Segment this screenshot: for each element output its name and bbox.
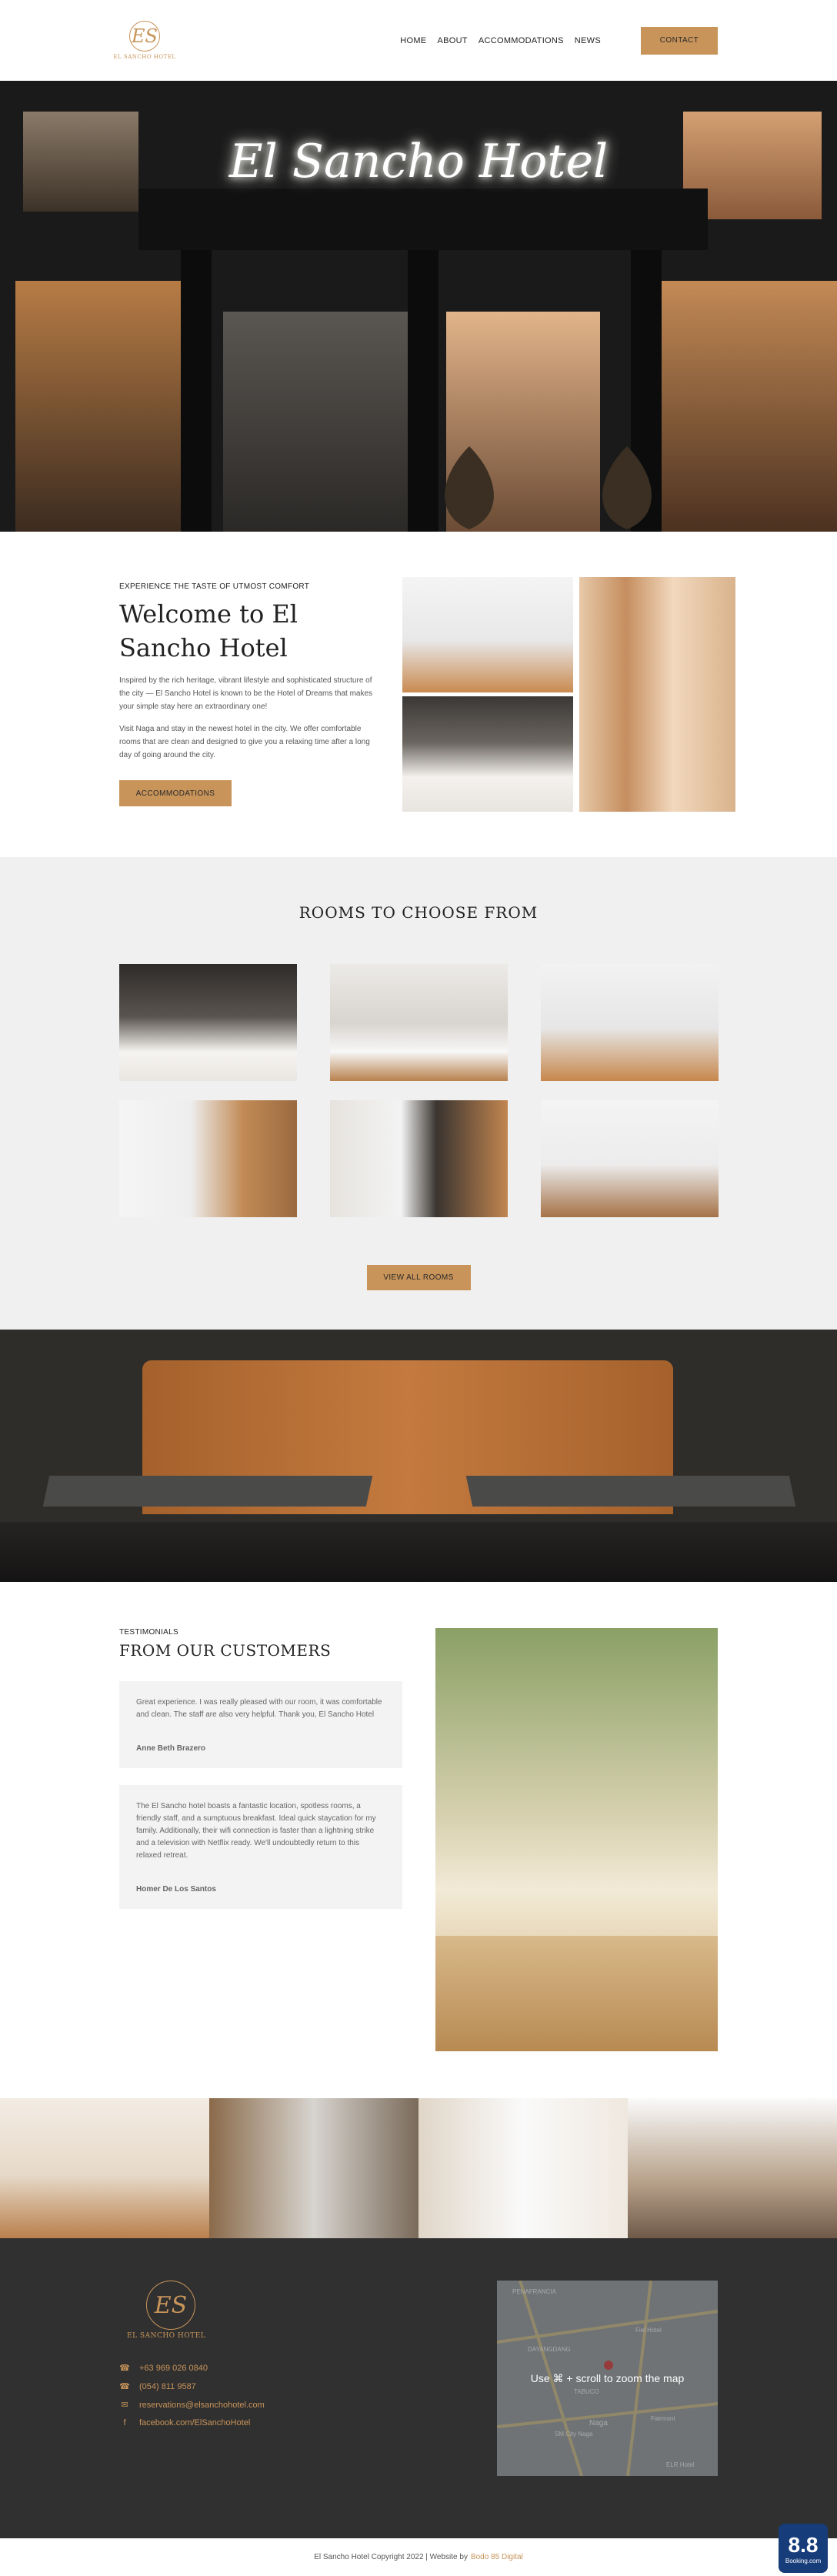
testimonial-text: The El Sancho hotel boasts a fantastic l… — [136, 1802, 376, 1860]
testimonial-text: Great experience. I was really pleased w… — [136, 1698, 382, 1719]
site-footer: ES EL SANCHO HOTEL ☎ +63 969 026 0840 ☎ (0… — [0, 2238, 837, 2538]
rooms-grid — [119, 964, 719, 1217]
phone-icon: ☎ — [119, 2364, 130, 2373]
nav-accommodations[interactable]: ACCOMMODATIONS — [479, 36, 564, 45]
room-photo[interactable] — [330, 1100, 508, 1217]
rooms-title: ROOMS TO CHOOSE FROM — [298, 903, 539, 922]
room-photo — [402, 577, 573, 692]
email-row[interactable]: ✉ reservations@elsanchohotel.com — [119, 2400, 264, 2411]
strip-photo — [209, 2098, 418, 2238]
plant-icon — [602, 446, 652, 529]
testimonial-author: Anne Beth Brazero — [136, 1744, 206, 1753]
dining-banner — [0, 1330, 837, 1582]
plant-icon — [445, 446, 494, 529]
welcome-eyebrow: EXPERIENCE THE TASTE OF UTMOST COMFORT — [119, 582, 310, 591]
room-photo[interactable] — [119, 964, 297, 1081]
hotel-neon-sign: El Sancho Hotel — [228, 135, 609, 189]
welcome-paragraph: Inspired by the rich heritage, vibrant l… — [119, 676, 373, 711]
footer-logo-name: EL SANCHO HOTEL — [127, 2332, 206, 2340]
phone-row[interactable]: ☎ +63 969 026 0840 — [119, 2363, 265, 2374]
testimonials-title: FROM OUR CUSTOMERS — [119, 1641, 332, 1660]
accommodations-button[interactable]: ACCOMMODATIONS — [119, 780, 232, 806]
copyright-text: El Sancho Hotel Copyright 2022 | Website… — [314, 2553, 468, 2561]
hero-image: El Sancho Hotel — [0, 81, 837, 532]
testimonial-card: Great experience. I was really pleased w… — [119, 1681, 402, 1768]
welcome-gallery — [402, 577, 735, 812]
testimonial-card: The El Sancho hotel boasts a fantastic l… — [119, 1785, 402, 1909]
room-photo — [402, 696, 573, 812]
room-photo[interactable] — [119, 1100, 297, 1217]
strip-photo — [628, 2098, 837, 2238]
welcome-title: Welcome to El Sancho Hotel — [119, 599, 298, 662]
logo-monogram: ES — [129, 21, 160, 52]
testimonials-section: TESTIMONIALS FROM OUR CUSTOMERS Great ex… — [0, 1582, 837, 2098]
photo-strip — [0, 2098, 837, 2238]
testimonials-eyebrow: TESTIMONIALS — [119, 1628, 178, 1637]
mail-icon: ✉ — [121, 2401, 128, 2410]
contact-button[interactable]: CONTACT — [641, 26, 718, 55]
site-header: ES EL SANCHO HOTEL HOME ABOUT ACCOMMODAT… — [0, 0, 837, 81]
welcome-section: EXPERIENCE THE TASTE OF UTMOST COMFORT W… — [0, 532, 837, 857]
map-zoom-hint: Use ⌘ + scroll to zoom the map — [497, 2281, 718, 2476]
rooms-section: ROOMS TO CHOOSE FROM VIEW ALL ROOMS — [0, 857, 837, 1330]
main-nav: HOME ABOUT ACCOMMODATIONS NEWS CONTACT — [400, 26, 718, 55]
booking-score: 8.8 — [788, 2532, 819, 2557]
map-embed[interactable]: PENAFRANCIA DAYANGDANG Naga SM City Naga… — [497, 2281, 718, 2476]
footer-logo[interactable]: ES EL SANCHO HOTEL — [127, 2281, 219, 2340]
room-photo[interactable] — [541, 964, 719, 1081]
phone-icon: ☎ — [119, 2382, 130, 2391]
facebook-icon: f — [123, 2418, 126, 2428]
welcome-paragraph: Visit Naga and stay in the newest hotel … — [119, 725, 370, 759]
view-all-rooms-button[interactable]: VIEW ALL ROOMS — [366, 1265, 471, 1290]
nav-home[interactable]: HOME — [400, 36, 426, 45]
copyright-bar: El Sancho Hotel Copyright 2022 | Website… — [0, 2524, 837, 2576]
strip-photo — [418, 2098, 628, 2238]
event-photo — [435, 1628, 718, 2051]
logo[interactable]: ES EL SANCHO HOTEL — [113, 15, 175, 66]
footer-logo-monogram: ES — [146, 2281, 195, 2330]
logo-name: EL SANCHO HOTEL — [113, 54, 176, 60]
nav-news[interactable]: NEWS — [575, 36, 601, 45]
welcome-text: EXPERIENCE THE TASTE OF UTMOST COMFORT W… — [119, 582, 375, 806]
agency-link[interactable]: Bodo 85 Digital — [471, 2553, 523, 2561]
strip-photo — [0, 2098, 209, 2238]
room-photo[interactable] — [541, 1100, 719, 1217]
interior-photo — [579, 577, 735, 812]
footer-contacts: ☎ +63 969 026 0840 ☎ (054) 811 9587 ✉ reser… — [119, 2363, 265, 2428]
facebook-row[interactable]: f facebook.com/ElSanchoHotel — [119, 2418, 265, 2428]
booking-name: Booking.com — [785, 2557, 822, 2564]
room-photo[interactable] — [330, 964, 508, 1081]
booking-badge[interactable]: 8.8 Booking.com — [779, 2524, 828, 2573]
phone-row[interactable]: ☎ (054) 811 9587 — [119, 2381, 265, 2392]
testimonial-author: Homer De Los Santos — [136, 1885, 216, 1894]
nav-about[interactable]: ABOUT — [437, 36, 467, 45]
